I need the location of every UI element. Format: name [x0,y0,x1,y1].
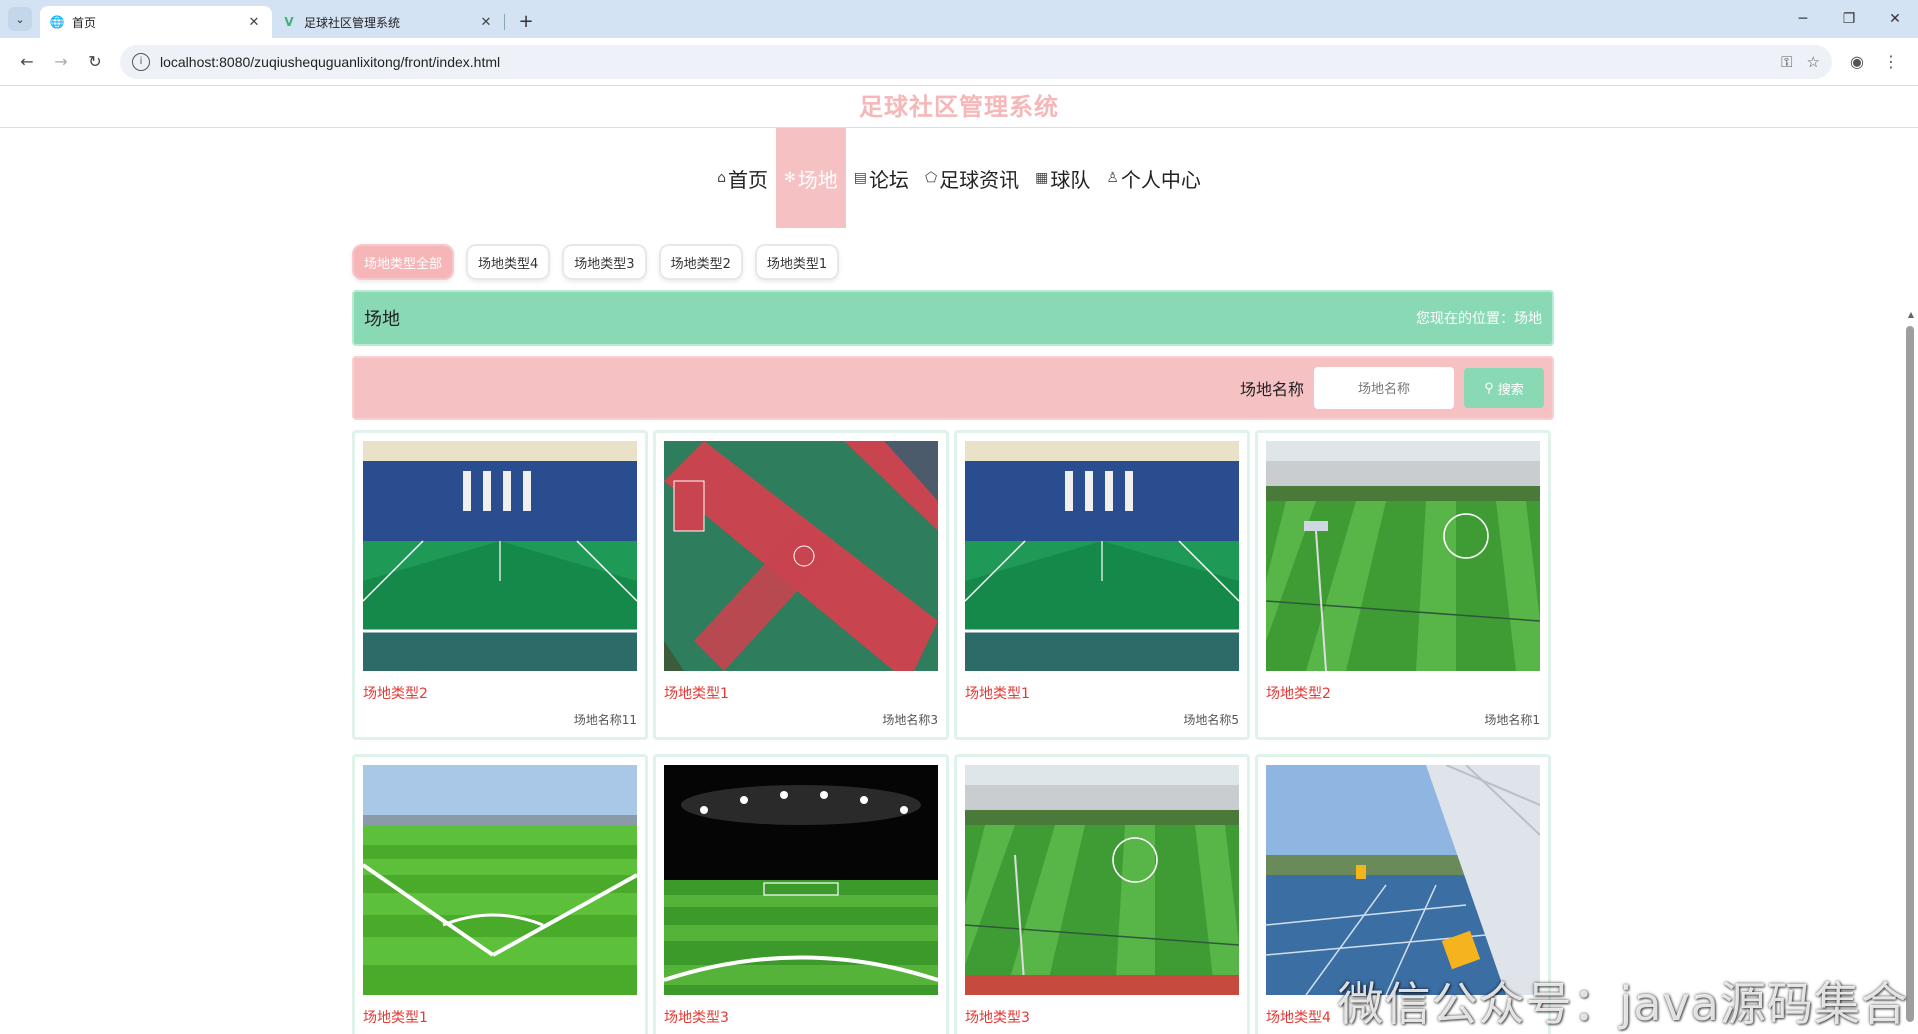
nav-item-forum[interactable]: ▤ 论坛 [846,128,917,228]
user-icon: ♙ [1106,170,1119,186]
venue-card[interactable]: 场地类型1 [352,754,648,1034]
breadcrumb: 场地 您现在的位置：场地 [352,290,1554,346]
home-icon: ⌂ [717,170,726,186]
site-info-icon[interactable]: i [132,52,150,71]
venue-name: 场地名称3 [882,713,938,727]
venue-image[interactable] [664,765,938,995]
filter-chip-type3[interactable]: 场地类型3 [562,244,647,280]
snowflake-icon: ✻ [783,170,796,186]
search-icon: ⚲ [1484,380,1494,395]
new-tab-button[interactable]: + [515,11,537,32]
venue-image[interactable] [1266,441,1540,671]
venue-card[interactable]: 场地类型2 场地名称1 [1255,430,1551,740]
venue-type: 场地类型3 [965,1010,1030,1026]
tab-search-button[interactable]: ⌄ [8,7,32,31]
vue-icon: V [284,15,294,29]
tab-title: 足球社区管理系统 [304,15,401,30]
main-content: 场地类型全部 场地类型4 场地类型3 场地类型2 场地类型1 场地 您现在的位置… [352,236,1554,1034]
forum-icon: ▤ [853,170,867,186]
main-nav: ⌂ 首页 ✻ 场地 ▤ 论坛 ⬠ 足球资讯 ▦ 球队 ♙ 个人中心 [0,128,1918,228]
tab-separator [504,14,505,30]
venue-card[interactable]: 场地类型1 场地名称5 [954,430,1250,740]
venue-type: 场地类型1 [664,686,729,702]
watermark-text: 微信公众号：java源码集合 [1337,977,1908,1031]
browser-tab-bar: ⌄ 🌐 首页 ✕ V 足球社区管理系统 ✕ + ─ ❐ ✕ [0,0,1918,38]
url-text: localhost:8080/zuqiushequguanlixitong/fr… [160,53,501,70]
globe-icon: 🌐 [49,15,65,29]
filter-chip-type4[interactable]: 场地类型4 [466,244,551,280]
search-input[interactable] [1314,367,1454,409]
venue-card[interactable]: 场地类型3 [954,754,1250,1034]
address-bar: ← → ↻ i localhost:8080/zuqiushequguanlix… [0,38,1918,86]
web-page: 足球社区管理系统 ⌂ 首页 ✻ 场地 ▤ 论坛 ⬠ 足球资讯 ▦ 球队 ♙ 个人… [0,86,1918,1034]
nav-item-news[interactable]: ⬠ 足球资讯 [917,128,1027,228]
close-icon[interactable]: ✕ [478,15,494,30]
star-icon[interactable]: ☆ [1807,53,1820,71]
venue-image[interactable] [363,441,637,671]
nav-label: 论坛 [868,167,909,192]
team-icon: ▦ [1035,170,1049,186]
venue-image[interactable] [1266,765,1540,995]
venue-type: 场地类型2 [363,686,428,702]
menu-icon[interactable]: ⋮ [1874,45,1908,79]
close-icon[interactable]: ✕ [246,15,262,30]
site-title: 足球社区管理系统 [859,93,1059,121]
back-button[interactable]: ← [10,45,44,79]
nav-item-home[interactable]: ⌂ 首页 [709,128,776,228]
venue-type: 场地类型1 [965,686,1030,702]
venue-type: 场地类型1 [363,1010,428,1026]
search-button[interactable]: ⚲ 搜索 [1464,368,1544,408]
venue-image[interactable] [965,441,1239,671]
filter-chip-type2[interactable]: 场地类型2 [658,244,743,280]
minimize-button[interactable]: ─ [1780,0,1826,38]
tag-icon: ⬠ [924,170,938,186]
nav-label: 球队 [1050,167,1091,192]
forward-button[interactable]: → [44,45,78,79]
tab-title: 首页 [72,15,97,30]
browser-tab-home[interactable]: 🌐 首页 ✕ [40,6,272,38]
nav-item-venue[interactable]: ✻ 场地 [775,128,846,228]
location-text: 您现在的位置：场地 [1416,311,1542,327]
scroll-up-arrow[interactable]: ▲ [1908,310,1914,319]
site-header: 足球社区管理系统 [0,86,1918,128]
nav-label: 个人中心 [1120,167,1201,192]
close-window-button[interactable]: ✕ [1872,0,1918,38]
page-title: 场地 [364,309,400,330]
key-icon[interactable]: ⚿ [1781,53,1792,71]
search-label: 场地名称 [1239,380,1304,399]
type-filter-bar: 场地类型全部 场地类型4 场地类型3 场地类型2 场地类型1 [352,244,1554,280]
nav-label: 首页 [727,167,768,192]
venue-type: 场地类型2 [1266,686,1331,702]
nav-item-team[interactable]: ▦ 球队 [1027,128,1098,228]
venue-name: 场地名称1 [1484,713,1540,727]
nav-item-profile[interactable]: ♙ 个人中心 [1098,128,1209,228]
scrollbar-thumb[interactable] [1906,326,1914,1022]
venue-card[interactable]: 场地类型3 [653,754,949,1034]
venue-name: 场地名称5 [1183,713,1239,727]
url-field[interactable]: i localhost:8080/zuqiushequguanlixitong/… [120,44,1832,79]
venue-card[interactable]: 场地类型2 场地名称11 [352,430,648,740]
venue-image[interactable] [965,765,1239,995]
venue-type: 场地类型3 [664,1010,729,1026]
nav-label: 足球资讯 [939,167,1020,192]
restore-button[interactable]: ❐ [1826,0,1872,38]
filter-chip-type1[interactable]: 场地类型1 [754,244,840,280]
search-button-label: 搜索 [1497,381,1524,397]
venue-card[interactable]: 场地类型1 场地名称3 [653,430,949,740]
browser-tab-site[interactable]: V 足球社区管理系统 ✕ [272,6,504,38]
venue-image[interactable] [363,765,637,995]
search-bar: 场地名称 ⚲ 搜索 [352,356,1554,420]
venue-name: 场地名称11 [573,713,637,727]
profile-icon[interactable]: ◉ [1840,45,1874,79]
window-controls: ─ ❐ ✕ [1780,0,1918,38]
venue-grid: 场地类型2 场地名称11 场地类型1 场地名称3 场地类型1 场地名称5 场地类… [352,430,1554,1034]
filter-chip-all[interactable]: 场地类型全部 [352,244,455,280]
venue-image[interactable] [664,441,938,671]
nav-label: 场地 [797,167,838,192]
reload-button[interactable]: ↻ [78,45,112,79]
